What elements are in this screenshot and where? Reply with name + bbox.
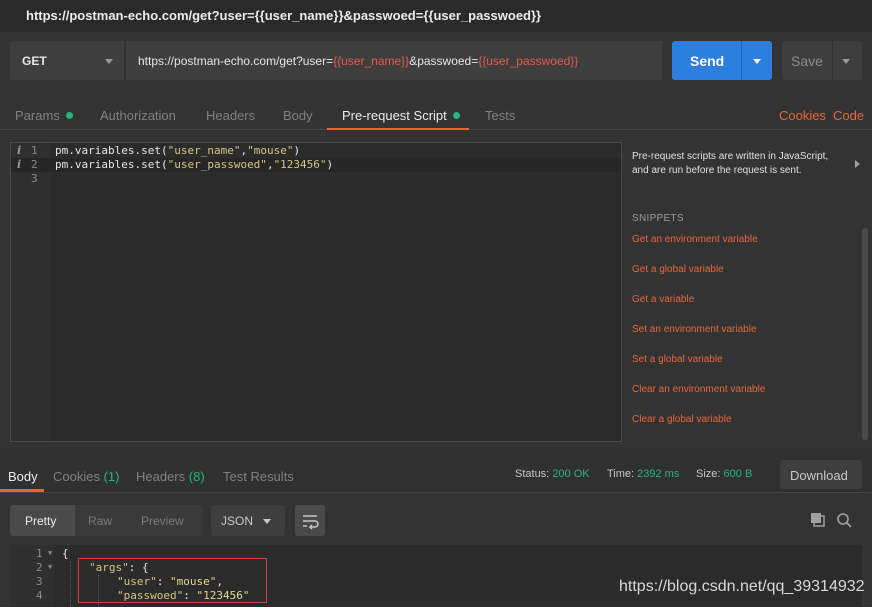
info-icon: i bbox=[17, 158, 22, 171]
status-readout: Status: 200 OK bbox=[515, 468, 590, 480]
snippets-heading: SNIPPETS bbox=[632, 213, 684, 224]
line-number: 3 bbox=[31, 172, 38, 185]
snippet-link[interactable]: Get a variable bbox=[632, 294, 694, 305]
copy-icon[interactable] bbox=[810, 512, 826, 528]
code-line: pm.variables.set("user_name","mouse") bbox=[55, 144, 301, 157]
snippet-link[interactable]: Set an environment variable bbox=[632, 324, 757, 335]
save-button-label: Save bbox=[791, 53, 823, 69]
tab-tests[interactable]: Tests bbox=[485, 108, 515, 123]
download-button-label: Download bbox=[790, 468, 848, 483]
save-button[interactable]: Save bbox=[782, 41, 862, 80]
format-dropdown[interactable]: JSON bbox=[211, 505, 285, 536]
line-number: 1 bbox=[31, 144, 38, 157]
json-line: { bbox=[62, 547, 69, 560]
params-status-dot-icon bbox=[65, 112, 73, 119]
prerequest-status-dot-icon bbox=[452, 112, 460, 119]
code-link[interactable]: Code bbox=[833, 108, 864, 123]
line-number: 3 bbox=[36, 575, 43, 588]
search-icon[interactable] bbox=[836, 512, 852, 528]
collapse-panel-arrow-icon[interactable] bbox=[855, 160, 860, 168]
editor-gutter bbox=[11, 143, 51, 441]
format-label: JSON bbox=[221, 514, 254, 528]
method-label: GET bbox=[22, 54, 47, 68]
pretty-label[interactable]: Pretty bbox=[25, 514, 56, 528]
raw-button[interactable]: Raw bbox=[88, 514, 112, 528]
view-mode-toggle: Pretty Raw Preview bbox=[10, 505, 203, 536]
tab-test-results[interactable]: Test Results bbox=[223, 469, 294, 484]
tab-response-cookies[interactable]: Cookies (1) bbox=[53, 469, 119, 484]
code-line: pm.variables.set("user_passwoed","123456… bbox=[55, 158, 334, 171]
line-number: 1 bbox=[36, 547, 43, 560]
fold-arrow-icon[interactable]: ▼ bbox=[48, 563, 52, 571]
send-button-label: Send bbox=[690, 53, 725, 69]
snippet-link[interactable]: Clear an environment variable bbox=[632, 384, 765, 395]
wrap-lines-icon bbox=[303, 515, 319, 530]
tab-authorization[interactable]: Authorization bbox=[100, 108, 176, 123]
watermark: https://blog.csdn.net/qq_39314932 bbox=[619, 578, 865, 595]
snippets-scrollbar[interactable] bbox=[862, 228, 868, 440]
time-readout: Time: 2392 ms bbox=[607, 468, 680, 480]
url-input[interactable]: https://postman-echo.com/get?user={{user… bbox=[126, 41, 662, 80]
save-options-chevron-icon[interactable] bbox=[842, 59, 850, 64]
fold-arrow-icon[interactable]: ▼ bbox=[48, 549, 52, 557]
download-button[interactable]: Download bbox=[780, 460, 862, 489]
snippet-link[interactable]: Clear a global variable bbox=[632, 414, 732, 425]
method-dropdown[interactable]: GET bbox=[10, 41, 124, 80]
indent-guide bbox=[70, 561, 71, 607]
snippet-link[interactable]: Get a global variable bbox=[632, 264, 724, 275]
line-number: 2 bbox=[36, 561, 43, 574]
window-title: https://postman-echo.com/get?user={{user… bbox=[26, 8, 542, 23]
window-title-bar: https://postman-echo.com/get?user={{user… bbox=[0, 0, 872, 32]
save-divider bbox=[832, 41, 833, 80]
active-tab-indicator bbox=[327, 128, 469, 130]
chevron-down-icon bbox=[105, 59, 113, 64]
tab-pre-request-script[interactable]: Pre-request Script bbox=[342, 108, 460, 123]
cookies-link[interactable]: Cookies bbox=[779, 108, 826, 123]
url-text: https://postman-echo.com/get?user={{user… bbox=[138, 54, 579, 68]
send-options-chevron-icon[interactable] bbox=[753, 59, 761, 64]
chevron-down-icon bbox=[263, 519, 271, 524]
tab-headers[interactable]: Headers bbox=[206, 108, 255, 123]
tab-response-headers[interactable]: Headers (8) bbox=[136, 469, 205, 484]
snippets-panel: Pre-request scripts are written in JavaS… bbox=[622, 142, 872, 442]
line-number: 4 bbox=[36, 589, 43, 602]
snippets-description: Pre-request scripts are written in JavaS… bbox=[632, 151, 829, 176]
tab-response-body[interactable]: Body bbox=[8, 469, 38, 484]
send-button[interactable]: Send bbox=[672, 41, 772, 80]
time-value: 2392 ms bbox=[637, 468, 680, 480]
line-number: 2 bbox=[31, 158, 38, 171]
status-value: 200 OK bbox=[552, 468, 590, 480]
tab-body[interactable]: Body bbox=[283, 108, 313, 123]
size-value: 600 B bbox=[723, 468, 753, 480]
url-variable-user-passwoed: {{user_passwoed}} bbox=[478, 54, 579, 68]
active-response-tab-indicator bbox=[0, 489, 44, 492]
preview-button[interactable]: Preview bbox=[141, 514, 184, 528]
snippet-link[interactable]: Get an environment variable bbox=[632, 234, 758, 245]
tab-params[interactable]: Params bbox=[15, 108, 73, 123]
wrap-lines-button[interactable] bbox=[295, 505, 325, 536]
script-editor[interactable]: i 1 pm.variables.set("user_name","mouse"… bbox=[10, 142, 622, 442]
send-divider bbox=[741, 41, 742, 80]
size-readout: Size: 600 B bbox=[696, 468, 753, 480]
info-icon: i bbox=[17, 144, 22, 157]
snippet-link[interactable]: Set a global variable bbox=[632, 354, 723, 365]
url-variable-user-name: {{user_name}} bbox=[333, 54, 410, 68]
annotation-highlight-box bbox=[78, 558, 267, 603]
